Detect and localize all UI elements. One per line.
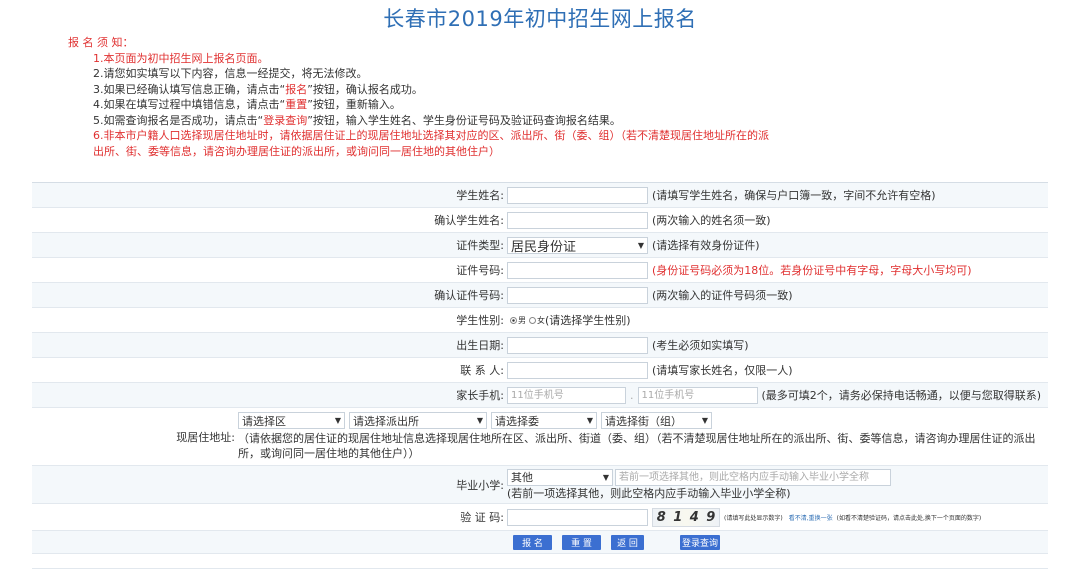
phone-input-1[interactable]: 11位手机号 [507,386,626,404]
page-title: 长春市2019年初中招生网上报名 [383,7,697,31]
birth-hint: (考生必须如实填写) [652,339,749,352]
police-station-select[interactable]: 请选择派出所 ▼ [349,412,487,429]
confirm-name-hint: (两次输入的姓名须一致) [652,214,771,227]
district-select[interactable]: 请选择区 ▼ [238,412,345,429]
notice-item: 3.如果已经确认填写信息正确，请点击“报名”按钮，确认报名成功。 [93,82,423,96]
row-gender: 学生性别: 男 女 (请选择学生性别) [32,308,1048,333]
captcha-refresh-link[interactable]: 看不清,重换一张 [789,513,833,522]
gender-male-label: 男 [518,315,526,325]
back-button[interactable]: 返 回 [611,534,644,550]
student-name-hint: (请填写学生姓名，确保与户口簿一致，字间不允许有空格) [652,189,936,202]
id-type-label: 证件类型: [456,239,504,252]
row-buttons: 报 名 重 置 返 回 登录查询 [32,531,1048,554]
notice-item: 4.如果在填写过程中填错信息，请点击“重置”按钮，重新输入。 [93,98,401,111]
captcha-label: 验 证 码: [460,511,504,524]
contact-input[interactable] [507,361,648,379]
notice-item: 1.本页面为初中招生网上报名页面。 [93,51,269,65]
primary-school-select[interactable]: 其他 ▼ [507,468,613,486]
chevron-down-icon: ▼ [701,416,708,425]
id-type-select[interactable]: 居民身份证 ▼ [507,236,648,255]
gender-female-label: 女 [537,315,545,325]
address-label: 现居住地址: [176,430,235,444]
gender-female-radio[interactable] [529,316,536,324]
birth-label: 出生日期: [456,339,504,352]
confirm-id-label: 确认证件号码: [434,289,504,302]
address-body: 请选择区 ▼ 请选择派出所 ▼ 请选择委 ▼ 请选择街（组） ▼ （请依据您的居住证的现… [238,408,1048,465]
row-student-name: 学生姓名: (请填写学生姓名，确保与户口簿一致，字间不允许有空格) [32,183,1048,208]
phone-hint: (最多可填2个，请务必保持电话畅通，以便与您取得联系) [761,389,1042,402]
reset-button[interactable]: 重 置 [562,534,601,550]
chevron-down-icon: ▼ [334,416,341,425]
row-captcha: 验 证 码: 8149 (请填写此处显示数字) 看不清,重换一张 (如看不清楚验… [32,504,1048,531]
row-contact: 联 系 人: (请填写家长姓名，仅限一人) [32,358,1048,383]
row-id-number: 证件号码: (身份证号码必须为18位。若身份证号中有字母，字母大小写均可) [32,258,1048,283]
contact-hint: (请填写家长姓名，仅限一人) [652,364,793,377]
row-confirm-id: 确认证件号码: (两次输入的证件号码须一致) [32,283,1048,308]
phone-separator: . [630,388,634,402]
notice-item: 2.请您如实填写以下内容，信息一经提交，将无法修改。 [93,67,368,80]
submit-button[interactable]: 报 名 [513,534,552,550]
confirm-name-label: 确认学生姓名: [434,214,504,227]
phone-input-2[interactable]: 11位手机号 [637,386,758,404]
confirm-name-input[interactable] [507,211,648,229]
registration-form: 学生姓名: (请填写学生姓名，确保与户口簿一致，字间不允许有空格) 确认学生姓名… [32,182,1048,569]
gender-label: 学生性别: [456,314,504,327]
row-footer [32,554,1048,569]
captcha-image[interactable]: 8149 [652,507,720,527]
chevron-down-icon: ▼ [602,472,609,482]
contact-label: 联 系 人: [460,364,504,377]
notice-item: 6.非本市户籍人口选择现居住地址时，请依据居住证上的现居住地址选择其对应的区、派… [93,129,769,158]
birth-input[interactable] [507,336,648,354]
captcha-refresh-note: (如看不清楚验证码，请点击此处,换下一个页面的数字) [836,514,982,522]
row-address: 现居住地址: 请选择区 ▼ 请选择派出所 ▼ 请选择委 ▼ 请选择街（组） ▼ （请依据… [32,408,1048,466]
row-id-type: 证件类型: 居民身份证 ▼ (请选择有效身份证件) [32,233,1048,258]
phone-label: 家长手机: [456,389,504,402]
row-birth: 出生日期: (考生必须如实填写) [32,333,1048,358]
committee-select[interactable]: 请选择委 ▼ [491,412,597,429]
gender-male-radio[interactable] [510,316,517,324]
notice-list: 1.本页面为初中招生网上报名页面。 2.请您如实填写以下内容，信息一经提交，将无… [68,51,788,160]
street-select[interactable]: 请选择街（组） ▼ [601,412,712,429]
notice: 报 名 须 知： 1.本页面为初中招生网上报名页面。 2.请您如实填写以下内容，… [68,35,788,159]
chevron-down-icon: ▼ [476,416,483,425]
row-primary-school: 毕业小学: 其他 ▼ 若前一项选择其他，则此空格内应手动输入毕业小学全称 (若前一… [32,466,1048,504]
address-note: （请依据您的居住证的现居住地址信息选择现居住地所在区、派出所、街道（委、组）（若… [238,432,1036,460]
chevron-down-icon: ▼ [586,416,593,425]
notice-item: 5.如需查询报名是否成功，请点击“登录查询”按钮，输入学生姓名、学生身份证号码及… [93,113,621,127]
primary-school-hint: (若前一项选择其他，则此空格内应手动输入毕业小学全称) [507,486,791,500]
primary-school-input[interactable]: 若前一项选择其他，则此空格内应手动输入毕业小学全称 [615,468,891,486]
row-confirm-name: 确认学生姓名: (两次输入的姓名须一致) [32,208,1048,233]
primary-school-label: 毕业小学: [456,478,504,492]
captcha-input[interactable] [507,508,648,526]
id-type-value: 居民身份证 [511,239,577,255]
captcha-note: (请填写此处显示数字) [724,514,783,522]
student-name-input[interactable] [507,186,648,204]
row-phone: 家长手机: 11位手机号 . 11位手机号 (最多可填2个，请务必保持电话畅通，… [32,383,1048,408]
id-number-input[interactable] [507,261,648,279]
gender-hint: (请选择学生性别) [545,314,631,327]
notice-heading: 报 名 须 知： [68,36,134,49]
confirm-id-input[interactable] [507,286,648,304]
student-name-label: 学生姓名: [456,189,504,202]
confirm-id-hint: (两次输入的证件号码须一致) [652,289,793,302]
chevron-down-icon: ▼ [637,240,644,250]
query-button[interactable]: 登录查询 [680,534,720,550]
id-number-label: 证件号码: [456,264,504,277]
id-type-hint: (请选择有效身份证件) [652,239,760,252]
id-number-hint: (身份证号码必须为18位。若身份证号中有字母，字母大小写均可) [652,264,972,277]
